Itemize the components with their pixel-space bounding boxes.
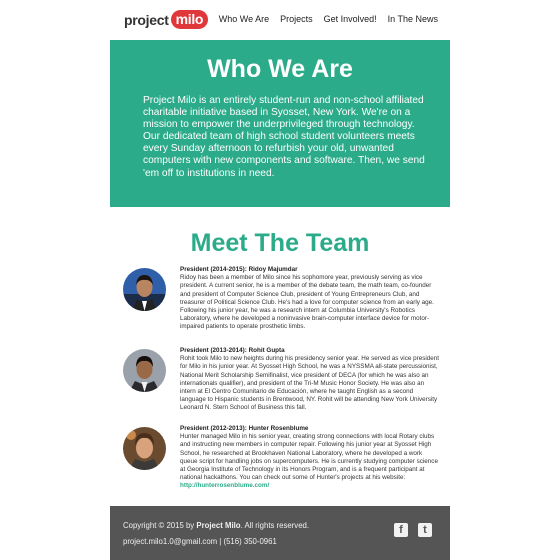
member-role: President (2013-2014): Rohit Gupta: [180, 347, 285, 354]
site-header: project milo Who We Are Projects Get Inv…: [110, 0, 450, 40]
hero-title: Who We Are: [207, 55, 353, 83]
member-website-link[interactable]: http://hunterrosenblume.com/: [180, 482, 269, 489]
member-description: Ridoy has been a member of Milo since hi…: [180, 274, 434, 331]
hero-body: Project Milo is an entirely student-run …: [143, 95, 425, 179]
copyright-brand: Project Milo: [196, 521, 241, 530]
social-links: f t: [394, 523, 432, 537]
avatar: [123, 268, 166, 311]
member-bio: President (2013-2014): Rohit Gupta Rohit…: [180, 347, 440, 413]
logo-badge: milo: [170, 10, 209, 29]
avatar: [123, 349, 166, 392]
member-role: President (2012-2013): Hunter Rosenblume: [180, 425, 309, 432]
nav-projects[interactable]: Projects: [280, 14, 313, 24]
contact-info: project.milo1.0@gmail.com | (516) 350-09…: [123, 537, 277, 546]
nav-who-we-are[interactable]: Who We Are: [219, 14, 269, 24]
team-title: Meet The Team: [190, 229, 370, 257]
twitter-icon[interactable]: t: [418, 523, 432, 537]
page: project milo Who We Are Projects Get Inv…: [110, 0, 450, 560]
logo-word: project: [124, 11, 169, 28]
member-description: Rohit took Milo to new heights during hi…: [180, 355, 440, 412]
copyright-suffix: . All rights reserved.: [240, 521, 310, 530]
member-bio: President (2014-2015): Ridoy Majumdar Ri…: [180, 266, 440, 332]
copyright-prefix: Copyright © 2015 by: [123, 521, 195, 530]
main-nav: Who We Are Projects Get Involved! In The…: [219, 14, 438, 24]
member-bio: President (2012-2013): Hunter Rosenblume…: [180, 425, 440, 491]
avatar: [123, 427, 166, 470]
project-milo-logo[interactable]: project milo: [124, 10, 209, 29]
nav-get-involved[interactable]: Get Involved!: [324, 14, 377, 24]
member-role: President (2014-2015): Ridoy Majumdar: [180, 266, 298, 273]
who-we-are-section: Who We Are Project Milo is an entirely s…: [110, 40, 450, 207]
copyright: Copyright © 2015 by Project Milo. All ri…: [123, 521, 309, 530]
site-footer: Copyright © 2015 by Project Milo. All ri…: [110, 506, 450, 560]
member-description: Hunter managed Milo in his senior year, …: [180, 433, 438, 482]
nav-in-the-news[interactable]: In The News: [388, 14, 438, 24]
facebook-icon[interactable]: f: [394, 523, 408, 537]
